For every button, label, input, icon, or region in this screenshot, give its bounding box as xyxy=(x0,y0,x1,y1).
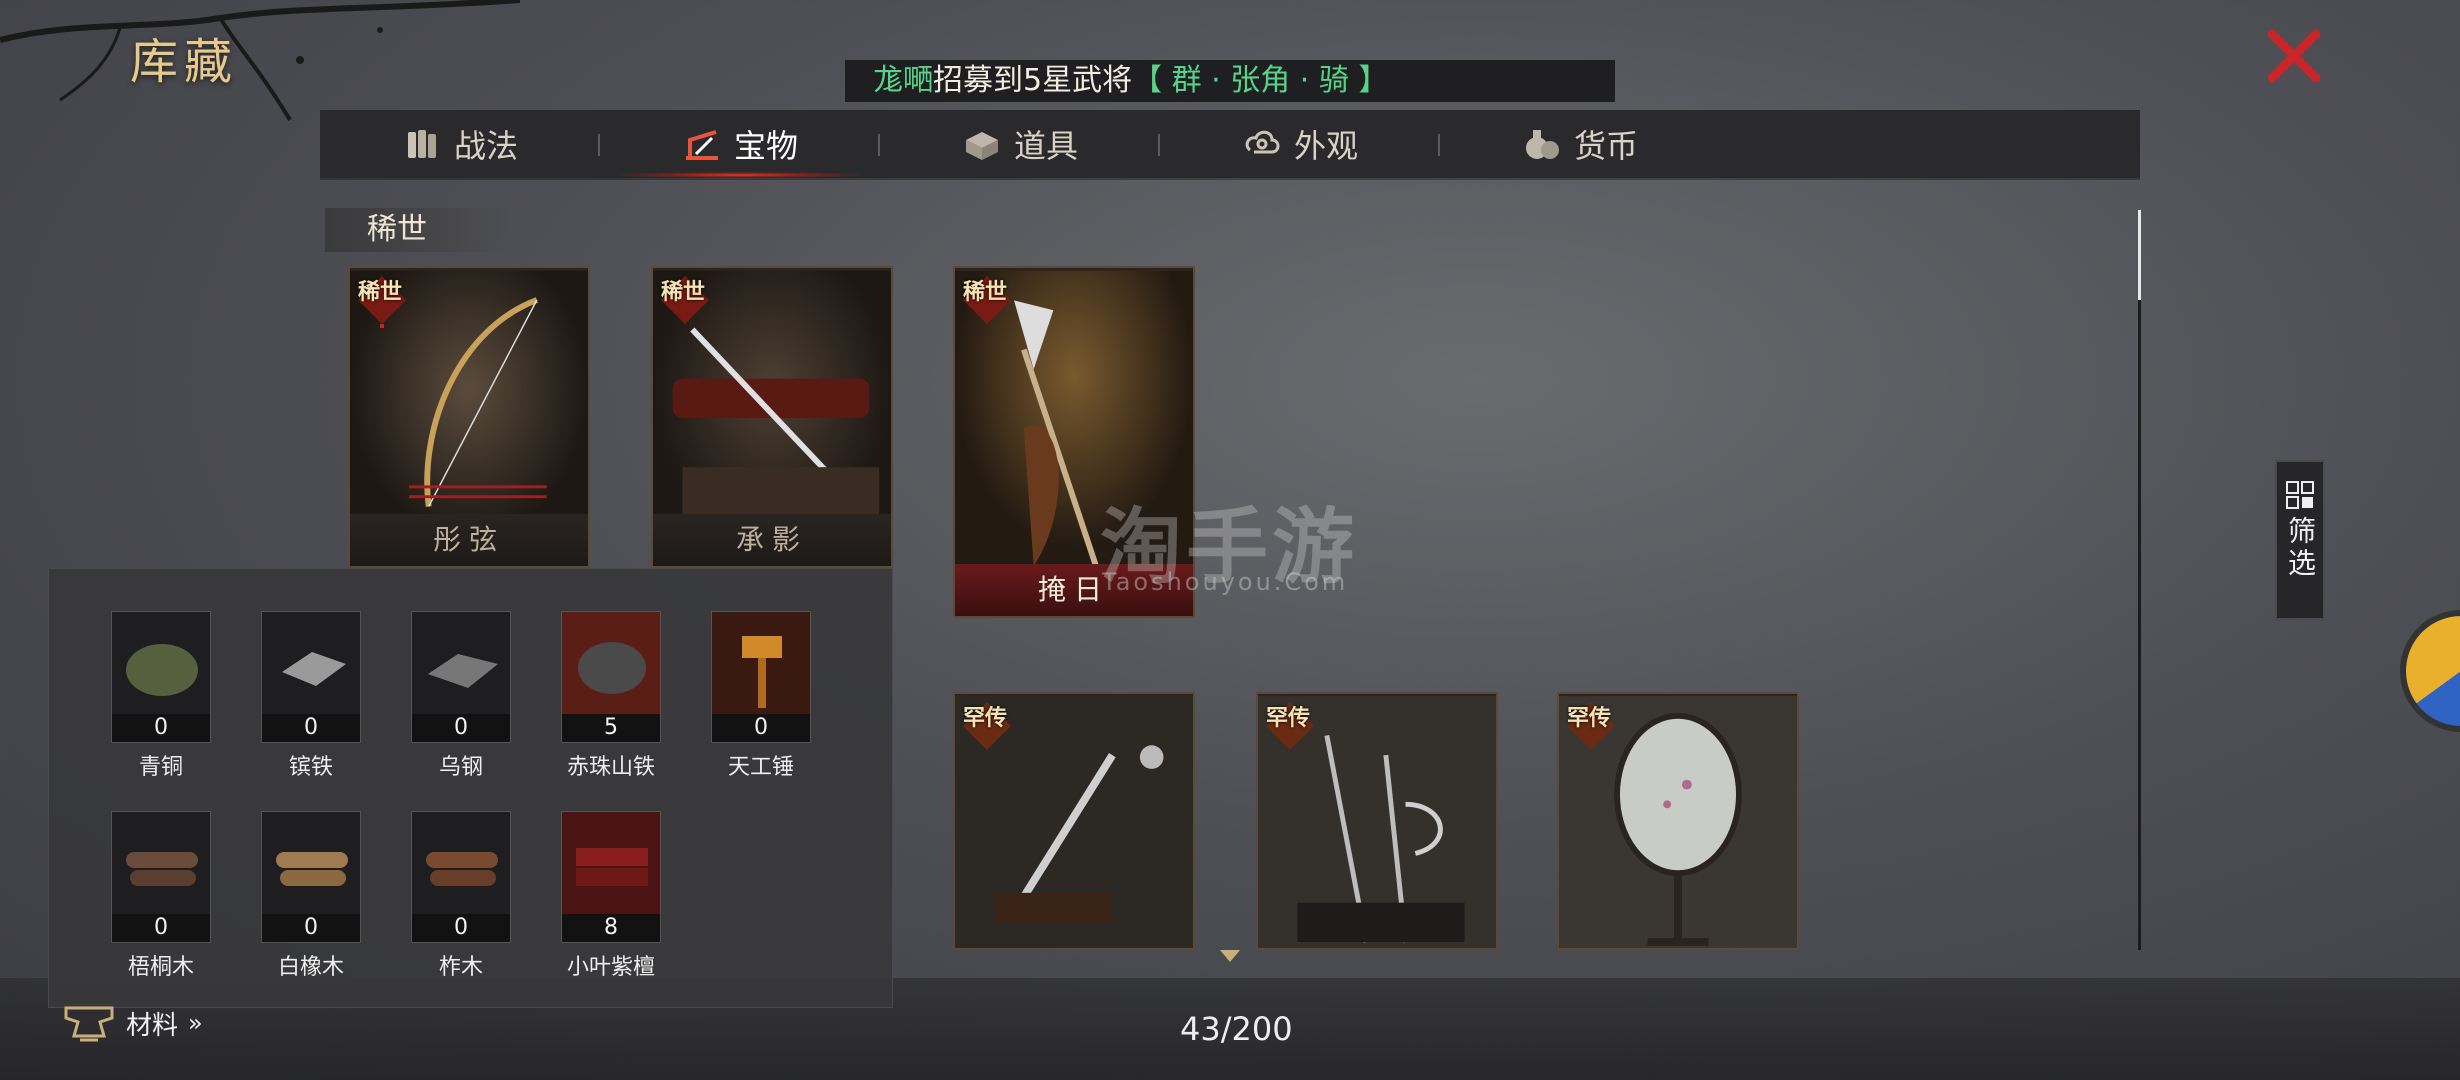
treasure-card[interactable]: 罕传 xyxy=(1557,692,1799,950)
ticker-highlight: 【 群 · 张角 · 骑 】 xyxy=(1132,63,1389,98)
material-name: 小叶紫檀 xyxy=(566,955,655,980)
material-count: 0 xyxy=(412,914,510,942)
chevron-down-icon[interactable] xyxy=(1218,948,1242,964)
red-iron-ore-image xyxy=(578,642,646,694)
steel-ingot-image xyxy=(428,654,498,688)
material-item[interactable]: 0 梧桐木 xyxy=(111,811,211,981)
grid-icon xyxy=(2286,481,2314,509)
page-title: 库藏 xyxy=(130,34,239,90)
double-chevron-right-icon: » xyxy=(188,1009,203,1037)
bronze-ore-image xyxy=(126,644,198,696)
treasure-name: 彤弦 xyxy=(350,514,588,566)
material-name: 梧桐木 xyxy=(127,955,194,980)
tab-label: 货币 xyxy=(1573,127,1638,165)
floating-assistant-icon[interactable] xyxy=(2400,610,2460,732)
cloud-swirl-icon xyxy=(1245,130,1280,154)
material-item[interactable]: 0 乌钢 xyxy=(411,611,511,781)
scrollbar-track[interactable] xyxy=(2138,210,2141,950)
treasure-name: 承影 xyxy=(653,514,891,566)
material-name: 乌钢 xyxy=(438,755,483,780)
material-item[interactable]: 5 赤珠山铁 xyxy=(561,611,661,781)
chest-icon xyxy=(965,132,998,160)
material-count: 5 xyxy=(562,714,660,742)
scroll-bundle-icon xyxy=(407,130,436,158)
materials-button[interactable]: 材料 » xyxy=(62,998,203,1048)
treasure-card[interactable]: 稀世 至莱 彤弦 xyxy=(348,266,590,568)
material-name: 白橡木 xyxy=(277,955,344,980)
category-tabs: 战法 宝物 道具 外观 货币 xyxy=(320,110,2140,178)
material-count: 0 xyxy=(262,714,360,742)
hammer-image xyxy=(742,636,782,708)
material-item[interactable]: 0 青铜 xyxy=(111,611,211,781)
scrollbar-thumb[interactable] xyxy=(2138,210,2141,300)
material-name: 青铜 xyxy=(138,755,183,780)
material-item[interactable]: 0 镔铁 xyxy=(261,611,361,781)
watermark-sub: Taoshouyou.Com xyxy=(1102,568,1349,596)
materials-label: 材料 xyxy=(126,1010,179,1041)
filter-label: 筛选 xyxy=(2284,516,2317,580)
iron-ingot-image xyxy=(282,652,346,686)
tab-currency[interactable]: 货币 xyxy=(1440,110,1720,178)
tab-label: 战法 xyxy=(453,127,518,165)
ticker-message: 招募到5星武将 xyxy=(933,63,1133,98)
material-count: 8 xyxy=(562,914,660,942)
materials-panel: 0 青铜 0 镔铁 0 乌钢 5 赤珠山铁 0 天工锤 0 梧桐木 0 白橡木 … xyxy=(48,568,893,1008)
tab-appearance[interactable]: 外观 xyxy=(1160,110,1440,178)
material-count: 0 xyxy=(112,714,210,742)
tab-tactics[interactable]: 战法 xyxy=(320,110,600,178)
ticker-player: 尨嗮 xyxy=(873,63,933,98)
rosewood-image xyxy=(576,848,648,886)
rarity-badge: 罕传 xyxy=(1262,698,1318,754)
material-count: 0 xyxy=(412,714,510,742)
section-title: 稀世 xyxy=(325,208,510,252)
rarity-badge: 稀世 xyxy=(657,272,713,328)
coin-bag-icon xyxy=(1525,130,1559,159)
treasure-card[interactable]: 罕传 xyxy=(1256,692,1498,950)
tab-label: 外观 xyxy=(1293,127,1358,165)
tab-items[interactable]: 道具 xyxy=(880,110,1160,178)
announcement-ticker: 尨嗮招募到5星武将【 群 · 张角 · 骑 】 xyxy=(845,60,1615,102)
material-item[interactable]: 0 天工锤 xyxy=(711,611,811,781)
rarity-badge: 罕传 xyxy=(959,698,1015,754)
rarity-badge: 罕传 xyxy=(1563,698,1619,754)
treasure-card[interactable]: 罕传 xyxy=(953,692,1195,950)
weapon-rack-icon xyxy=(685,130,718,160)
capacity-counter: 43/200 xyxy=(1180,1010,1293,1048)
material-count: 0 xyxy=(112,914,210,942)
anvil-icon xyxy=(64,1006,114,1042)
material-item[interactable]: 8 小叶紫檀 xyxy=(561,811,661,981)
rarity-badge: 稀世 xyxy=(354,272,410,346)
rarity-badge: 稀世 xyxy=(959,272,1015,328)
wood-log-image xyxy=(126,852,198,886)
close-icon[interactable] xyxy=(2262,24,2326,88)
material-name: 柞木 xyxy=(438,955,483,980)
material-name: 赤珠山铁 xyxy=(566,755,655,780)
treasure-card[interactable]: 稀世 承影 xyxy=(651,266,893,568)
wood-log-image xyxy=(276,852,348,886)
material-name: 天工锤 xyxy=(727,755,794,780)
tab-label: 道具 xyxy=(1013,127,1078,165)
tab-treasure[interactable]: 宝物 xyxy=(600,110,880,178)
material-count: 0 xyxy=(712,714,810,742)
filter-button[interactable]: 筛选 xyxy=(2275,460,2325,620)
material-count: 0 xyxy=(262,914,360,942)
tab-label: 宝物 xyxy=(733,127,798,165)
material-item[interactable]: 0 柞木 xyxy=(411,811,511,981)
material-item[interactable]: 0 白橡木 xyxy=(261,811,361,981)
wood-log-image xyxy=(426,852,498,886)
material-name: 镔铁 xyxy=(288,755,333,780)
